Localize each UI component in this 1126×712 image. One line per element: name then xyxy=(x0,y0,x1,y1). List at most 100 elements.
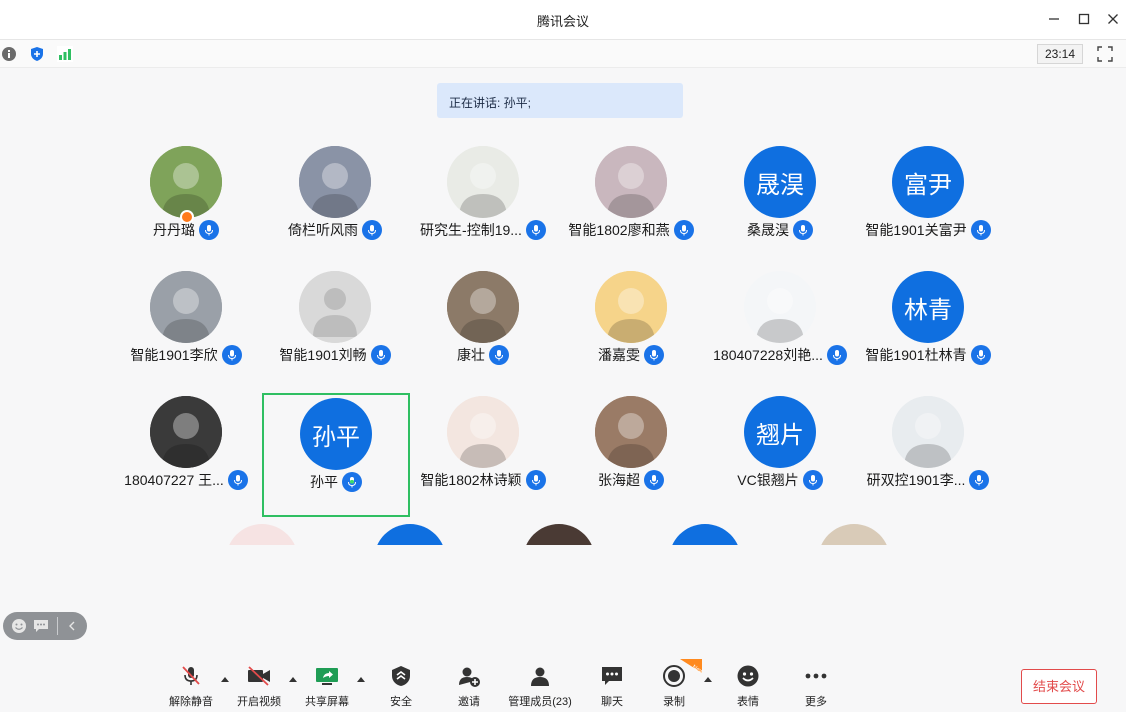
invite-button[interactable]: 邀请 xyxy=(454,663,484,709)
participant-tile[interactable]: 180407227 王... xyxy=(112,390,260,514)
chat-bubble-icon[interactable] xyxy=(33,618,49,634)
participant-name: 研双控1901李... xyxy=(866,472,966,488)
participant-tile[interactable]: 丹丹璐 xyxy=(112,140,260,264)
mic-muted-icon xyxy=(177,663,205,689)
record-options-caret-icon[interactable] xyxy=(703,675,713,683)
meeting-toolbar: 解除静音 开启视频 共享屏幕 安全 邀请 管理成员(23) 聊天 录制 表情 更… xyxy=(0,655,1126,712)
participant-avatar: 翘片 xyxy=(744,396,816,468)
members-icon xyxy=(526,663,554,689)
participant-avatar xyxy=(150,271,222,343)
chat-button[interactable]: 聊天 xyxy=(597,663,627,709)
mute-options-caret-icon[interactable] xyxy=(220,675,230,683)
participant-tile[interactable]: 智能1802林诗颖 xyxy=(409,390,557,514)
mic-icon xyxy=(793,220,813,240)
start-video-button[interactable]: 开启视频 xyxy=(234,663,284,709)
share-screen-button[interactable]: 共享屏幕 xyxy=(302,663,352,709)
participant-name: 智能1802林诗颖 xyxy=(420,472,522,488)
profile-photo-icon xyxy=(447,271,519,343)
participant-name-row: 智能1901刘畅 xyxy=(261,344,409,366)
camera-off-icon xyxy=(245,663,273,689)
participant-avatar xyxy=(595,146,667,218)
participant-tile[interactable]: 晟淏桑晟淏 xyxy=(706,140,854,264)
default-user-icon xyxy=(299,271,371,343)
mic-icon xyxy=(221,345,242,365)
participant-name-row: 智能1802林诗颖 xyxy=(409,469,557,491)
participant-avatar xyxy=(744,271,816,343)
speaking-banner: 正在讲话: 孙平; xyxy=(437,83,683,118)
participant-name: 智能1802廖和燕 xyxy=(568,222,670,238)
participant-tile[interactable]: 孙平 孙平 xyxy=(262,393,410,517)
avatar-initials: 林青 xyxy=(904,296,952,324)
profile-photo-icon xyxy=(150,146,222,218)
participant-avatar xyxy=(818,524,890,545)
mic-icon xyxy=(525,470,546,490)
participant-name: 研究生-控制19... xyxy=(420,222,522,238)
participant-name-row: 研究生-控制19... xyxy=(409,219,557,241)
participant-avatar xyxy=(150,146,222,218)
participant-name-row: 康壮 xyxy=(409,344,557,366)
participant-name: 智能1901关富尹 xyxy=(865,222,967,238)
participant-name-row: 智能1901杜林青 xyxy=(854,344,1002,366)
divider xyxy=(57,617,58,635)
avatar-initials: 晟淏 xyxy=(756,171,804,199)
participant-tile[interactable]: 研双控1901李... xyxy=(854,390,1002,514)
profile-photo-icon xyxy=(595,271,667,343)
participant-tile[interactable]: 张海超 xyxy=(557,390,705,514)
participant-avatar: 富尹 xyxy=(892,146,964,218)
profile-photo-icon xyxy=(150,271,222,343)
participant-name: 康壮 xyxy=(457,347,485,363)
participant-name: 桑晟淏 xyxy=(747,222,789,238)
participant-avatar: 晟淏 xyxy=(744,146,816,218)
mic-icon xyxy=(826,345,847,365)
mic-icon xyxy=(644,470,664,490)
avatar-initials: 孙平 xyxy=(312,423,360,451)
participant-tile[interactable]: 180407228刘艳... xyxy=(706,265,854,389)
participant-name-row: 180407228刘艳... xyxy=(706,344,854,366)
participant-name: 倚栏听风雨 xyxy=(288,222,358,238)
manage-members-button[interactable]: 管理成员(23) xyxy=(504,663,576,709)
participant-tile[interactable]: 研究生-控制19... xyxy=(409,140,557,264)
security-button[interactable]: 安全 xyxy=(386,663,416,709)
end-meeting-button[interactable]: 结束会议 xyxy=(1021,669,1097,704)
participant-avatar xyxy=(299,146,371,218)
video-options-caret-icon[interactable] xyxy=(288,675,298,683)
profile-photo-icon xyxy=(447,146,519,218)
participant-name: 智能1901刘畅 xyxy=(279,347,367,363)
new-badge: New xyxy=(680,659,702,673)
participant-avatar xyxy=(595,271,667,343)
unmute-button[interactable]: 解除静音 xyxy=(166,663,216,709)
participant-avatar xyxy=(150,396,222,468)
participant-avatar: 孙平 xyxy=(300,398,372,470)
participant-tile[interactable]: 智能1901李欣 xyxy=(112,265,260,389)
participant-name: 潘嘉雯 xyxy=(598,347,640,363)
participant-name: 智能1901李欣 xyxy=(130,347,218,363)
profile-photo-icon xyxy=(447,396,519,468)
profile-photo-icon xyxy=(595,396,667,468)
participant-tile[interactable]: 智能1802廖和燕 xyxy=(557,140,705,264)
emoji-icon[interactable] xyxy=(11,618,27,634)
participant-name-row: 倚栏听风雨 xyxy=(261,219,409,241)
floating-chat-bar[interactable] xyxy=(3,612,87,640)
share-options-caret-icon[interactable] xyxy=(356,675,366,683)
reaction-button[interactable]: 表情 xyxy=(733,663,763,709)
participant-tile[interactable]: 富尹智能1901关富尹 xyxy=(854,140,1002,264)
participant-tile[interactable]: 康壮 xyxy=(409,265,557,389)
mic-icon xyxy=(199,220,219,240)
more-button[interactable]: 更多 xyxy=(801,663,831,709)
more-dots-icon xyxy=(802,663,830,689)
participant-tile[interactable]: 潘嘉雯 xyxy=(557,265,705,389)
participant-name-row: 潘嘉雯 xyxy=(557,344,705,366)
participant-tile[interactable]: 倚栏听风雨 xyxy=(261,140,409,264)
participant-tile[interactable]: 林青智能1901杜林青 xyxy=(854,265,1002,389)
participant-tile[interactable]: 翘片 VC银翘片 xyxy=(706,390,854,514)
mic-icon xyxy=(644,345,664,365)
profile-photo-icon xyxy=(744,271,816,343)
participant-avatar xyxy=(523,524,595,545)
collapse-chevron-icon[interactable] xyxy=(64,618,80,634)
participant-tile[interactable]: 智能1901刘畅 xyxy=(261,265,409,389)
participant-avatar xyxy=(374,524,446,545)
mic-icon xyxy=(673,220,694,240)
participant-avatar xyxy=(669,524,741,545)
participant-avatar xyxy=(447,271,519,343)
participant-avatar xyxy=(595,396,667,468)
